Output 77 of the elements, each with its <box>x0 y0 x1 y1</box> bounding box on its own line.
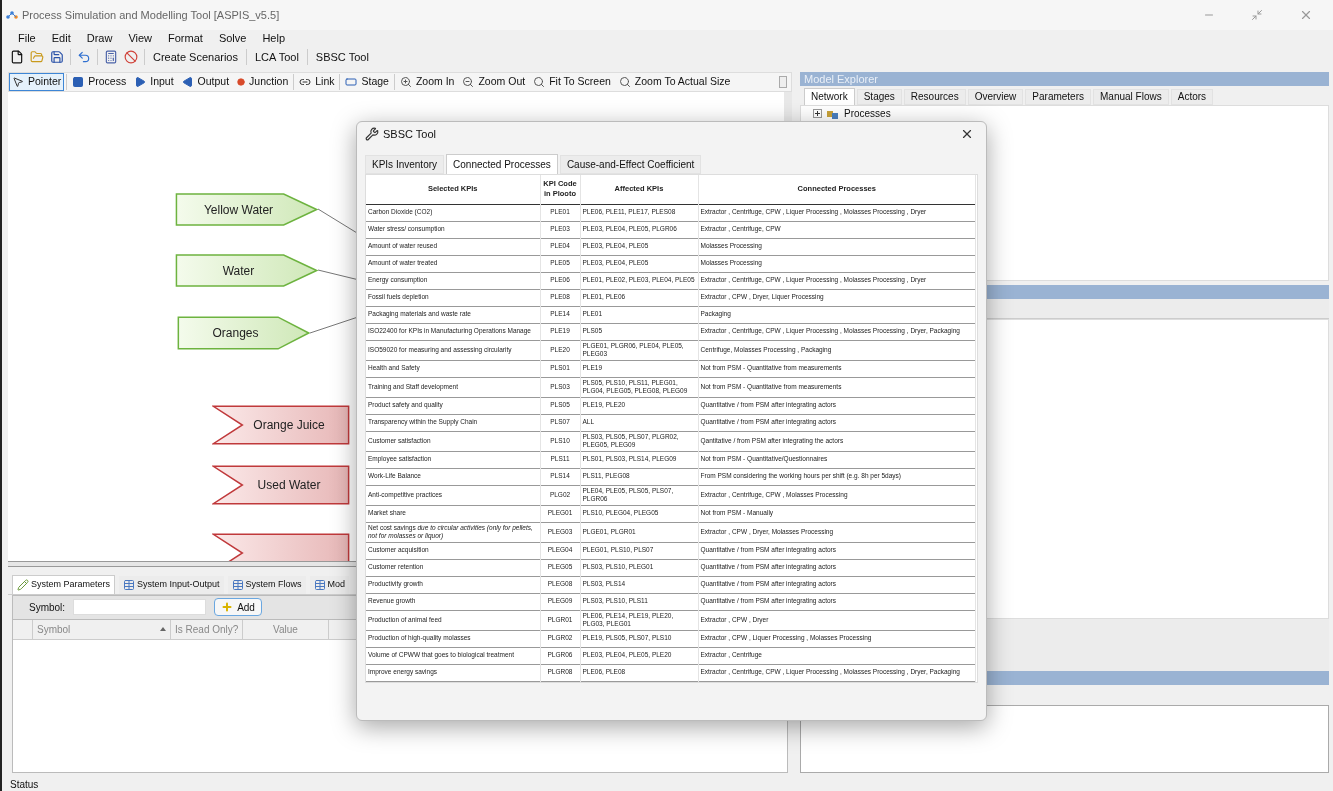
pencil-icon <box>17 578 29 591</box>
tab[interactable]: System Parameters <box>12 575 116 594</box>
tool-button[interactable]: Junction <box>234 73 292 91</box>
dot-icon <box>237 78 246 86</box>
tab[interactable]: Cause-and-Effect Coefficient <box>559 155 702 174</box>
tab[interactable]: Actors <box>1170 89 1214 105</box>
panel-header: Model Explorer <box>800 72 1329 86</box>
tab[interactable]: System Input-Output <box>119 576 224 594</box>
new-file-icon[interactable] <box>10 50 24 64</box>
sort-icon <box>160 627 166 631</box>
menu-item[interactable]: Format <box>168 29 203 47</box>
tab[interactable]: Overview <box>967 89 1024 105</box>
tab[interactable]: KPIs Inventory <box>365 155 445 174</box>
tool-button[interactable]: Output <box>178 73 233 91</box>
tab[interactable]: Stages <box>856 89 902 105</box>
folder-icon[interactable] <box>30 50 44 64</box>
menu-item[interactable]: View <box>128 29 153 47</box>
tab[interactable]: Resources <box>903 89 966 105</box>
input-node[interactable]: Oranges <box>177 316 310 350</box>
menu-item[interactable]: Draw <box>86 29 113 47</box>
tool-button[interactable]: Process <box>69 73 130 91</box>
network-icon <box>6 10 18 20</box>
tool-button[interactable]: Fit To Screen <box>530 73 614 91</box>
link-icon <box>299 76 312 88</box>
tab[interactable]: Manual Flows <box>1093 89 1169 105</box>
calculator-icon[interactable] <box>104 50 118 64</box>
toolbar-button[interactable]: SBSC Tool <box>313 48 371 66</box>
menu-item[interactable]: Solve <box>218 29 247 47</box>
table-icon <box>313 578 326 591</box>
tool-button[interactable]: Zoom In <box>396 73 458 91</box>
tab[interactable]: Parameters <box>1025 89 1091 105</box>
pointer-icon <box>12 76 24 88</box>
save-icon[interactable] <box>50 50 64 64</box>
tab[interactable]: Mod <box>309 576 350 594</box>
plus-icon <box>221 601 234 613</box>
triangle-icon <box>181 76 194 88</box>
zoom-out-icon <box>462 76 475 88</box>
rectangle-icon <box>345 76 358 88</box>
field-label: Symbol: <box>29 600 66 615</box>
zoom-in-icon <box>399 76 412 88</box>
tab[interactable]: Network <box>804 88 855 106</box>
tab[interactable]: Connected Processes <box>446 154 558 175</box>
output-node[interactable]: Used Water <box>212 465 350 505</box>
toolbar-button[interactable]: Create Scenarios <box>151 48 240 66</box>
add-button[interactable]: Add <box>214 598 262 616</box>
tool-button[interactable]: Link <box>296 73 338 91</box>
menu-item[interactable]: Edit <box>51 29 71 47</box>
menu-item[interactable]: Help <box>262 29 286 47</box>
restore-icon[interactable] <box>1251 9 1263 21</box>
triangle-icon <box>134 76 147 88</box>
undo-icon[interactable] <box>77 50 91 64</box>
search-icon <box>618 76 631 88</box>
search-icon <box>533 76 546 88</box>
column-title: Symbol <box>37 622 71 637</box>
toolbar-button[interactable]: LCA Tool <box>253 48 301 66</box>
wrench-icon <box>365 127 379 141</box>
tab[interactable]: System Flows <box>227 576 306 594</box>
table-icon <box>123 578 136 591</box>
menu-item[interactable]: File <box>18 29 36 47</box>
input-node[interactable]: Water <box>175 254 318 287</box>
window-title: Process Simulation and Modelling Tool [ASPIS_v5.5] <box>22 7 280 23</box>
tool-button[interactable]: Pointer <box>9 73 65 91</box>
dialog-title: SBSC Tool <box>383 126 436 142</box>
tree-item[interactable]: Processes <box>844 106 891 121</box>
tool-button[interactable]: Stage <box>342 73 392 91</box>
tool-button[interactable]: Zoom Out <box>459 73 529 91</box>
cancel-icon[interactable] <box>124 50 138 64</box>
square-icon <box>72 76 85 88</box>
output-node[interactable] <box>212 533 350 561</box>
close-icon[interactable] <box>960 127 974 141</box>
symbol-field[interactable] <box>73 599 207 615</box>
tool-button[interactable]: Zoom To Actual Size <box>615 73 734 91</box>
expand-icon[interactable] <box>813 109 822 118</box>
table-icon <box>231 578 244 591</box>
output-node[interactable]: Orange Juice <box>212 405 350 445</box>
tool-button[interactable]: Input <box>131 73 177 91</box>
input-node[interactable]: Yellow Water <box>175 193 318 226</box>
